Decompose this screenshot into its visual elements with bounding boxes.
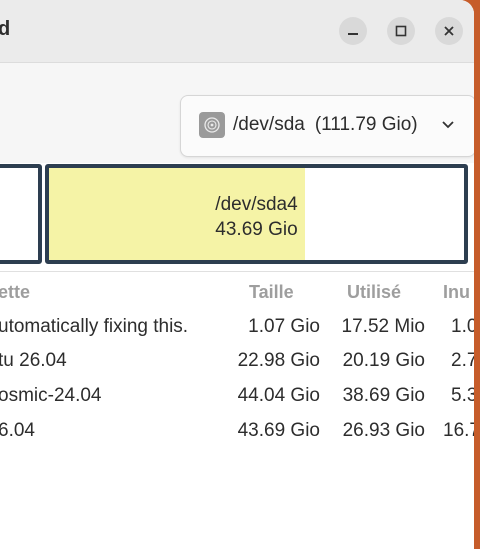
close-button[interactable] [435, 17, 463, 45]
title-bar: d [0, 0, 474, 63]
partition-label: /dev/sda4 43.69 Gio [49, 192, 464, 242]
device-selector-label: /dev/sda (111.79 Gio) [233, 114, 418, 136]
device-selector[interactable]: /dev/sda (111.79 Gio) [180, 95, 474, 157]
column-header-used[interactable]: Utilisé [347, 282, 401, 303]
cell-size: 43.69 Gio [237, 420, 320, 441]
maximize-icon [395, 25, 407, 37]
cell-size: 1.07 Gio [248, 316, 320, 337]
chevron-down-icon [442, 121, 454, 129]
cell-unused: 16.7 [443, 420, 474, 441]
cell-unused: 5.3 [451, 385, 474, 406]
cell-used: 26.93 Gio [342, 420, 425, 441]
partition-block-previous[interactable] [0, 164, 42, 264]
column-header-unused[interactable]: Inu [443, 282, 470, 303]
window-title: d [0, 18, 11, 40]
cell-label: 6.04 [0, 420, 35, 441]
cell-size: 44.04 Gio [237, 385, 320, 406]
partition-table: ette Taille Utilisé Inu utomatically fix… [0, 272, 474, 549]
partition-map: /dev/sda4 43.69 Gio [0, 163, 474, 272]
partition-block-sda4[interactable]: /dev/sda4 43.69 Gio [45, 164, 468, 264]
cell-unused: 1.0 [451, 316, 474, 337]
minimize-icon [348, 33, 358, 35]
cell-label: utomatically fixing this. [0, 316, 189, 337]
minimize-button[interactable] [339, 17, 367, 45]
cell-used: 17.52 Mio [341, 316, 425, 337]
column-header-label[interactable]: ette [0, 282, 30, 303]
cell-used: 38.69 Gio [342, 385, 425, 406]
cell-label: osmic-24.04 [0, 385, 102, 406]
column-header-size[interactable]: Taille [249, 282, 294, 303]
cell-label: tu 26.04 [0, 350, 67, 371]
device-name: /dev/sda [233, 114, 305, 135]
device-size: (111.79 Gio) [314, 114, 418, 135]
cell-used: 20.19 Gio [342, 350, 425, 371]
cell-size: 22.98 Gio [237, 350, 320, 371]
gparted-window: d /dev/sda (111.79 Gio) /dev/sda4 43.69 … [0, 0, 474, 549]
disk-icon [199, 112, 225, 138]
cell-unused: 2.7 [451, 350, 474, 371]
partition-name: /dev/sda4 [215, 194, 298, 215]
partition-size: 43.69 Gio [215, 219, 298, 240]
close-icon [444, 26, 454, 36]
maximize-button[interactable] [387, 17, 415, 45]
